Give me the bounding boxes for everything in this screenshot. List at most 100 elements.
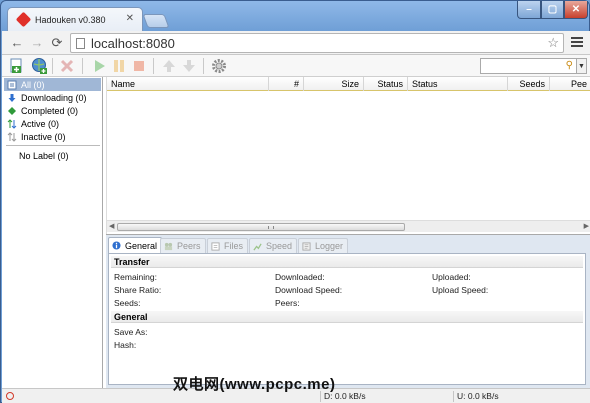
completed-icon — [8, 106, 16, 115]
sidebar-item-label: Active (0) — [21, 118, 60, 129]
tab-close-icon[interactable]: ✕ — [126, 13, 134, 24]
tab-speed[interactable]: Speed — [249, 238, 298, 253]
share-ratio-label: Share Ratio: — [114, 285, 162, 295]
info-icon — [112, 241, 121, 250]
bookmark-star-icon[interactable]: ☆ — [547, 35, 559, 51]
tab-label: Peers — [177, 241, 201, 251]
toolbar-separator — [203, 58, 204, 74]
watermark-text: 双电网(www.pcpc.me) — [173, 376, 336, 393]
sidebar-item-label: Inactive (0) — [21, 131, 66, 142]
general-panel: Transfer Remaining: Downloaded: Uploaded… — [108, 253, 586, 385]
upload-speed-label: Upload Speed: — [432, 285, 489, 295]
horizontal-scrollbar[interactable]: ◀ ▶ — [107, 220, 590, 232]
hadouken-favicon-icon — [15, 11, 32, 28]
column-header-status-2[interactable]: Status — [408, 77, 508, 91]
inactive-icon — [7, 131, 17, 142]
section-general: General — [111, 311, 583, 323]
magnifier-icon[interactable]: ⚲ — [566, 60, 573, 71]
sidebar-item-downloading[interactable]: Downloading (0) — [4, 91, 101, 104]
tab-label: Files — [224, 241, 244, 251]
tab-strip: Hadouken v0.380 ✕ – ▢ ✕ — [1, 1, 590, 31]
add-url-icon[interactable] — [30, 57, 48, 75]
move-down-icon[interactable] — [180, 57, 198, 75]
sidebar-item-inactive[interactable]: Inactive (0) — [4, 130, 101, 143]
sidebar-item-label: Completed (0) — [21, 105, 79, 116]
maximize-button[interactable]: ▢ — [541, 1, 564, 19]
sidebar: All (0) Downloading (0) Completed (0) Ac… — [2, 77, 103, 388]
toolbar-separator — [52, 58, 53, 74]
sidebar-item-label: No Label (0) — [19, 150, 69, 161]
status-separator — [453, 391, 454, 402]
forward-button[interactable]: → — [28, 34, 46, 52]
main-area: All (0) Downloading (0) Completed (0) Ac… — [2, 77, 590, 388]
reload-button[interactable]: ⟳ — [48, 34, 66, 52]
sidebar-item-all[interactable]: All (0) — [4, 78, 101, 91]
all-icon — [7, 80, 17, 89]
column-header-peers[interactable]: Pee — [550, 77, 590, 91]
app-window: Hadouken v0.380 ✕ – ▢ ✕ ← → ⟳ localhost:… — [0, 0, 590, 403]
peers-icon — [164, 242, 173, 250]
sidebar-item-completed[interactable]: Completed (0) — [4, 104, 101, 117]
column-header-status[interactable]: Status — [364, 77, 408, 91]
url-text: localhost:8080 — [91, 36, 175, 51]
tab-label: General — [125, 240, 158, 251]
pause-icon[interactable] — [110, 57, 128, 75]
list-body — [107, 92, 590, 220]
remaining-label: Remaining: — [114, 272, 157, 282]
address-bar[interactable]: localhost:8080 ☆ — [70, 33, 564, 53]
search-input[interactable]: ⚲ — [480, 58, 577, 74]
tab-general[interactable]: General — [108, 237, 163, 253]
tab-logger[interactable]: Logger — [298, 238, 349, 253]
column-header-number[interactable]: # — [269, 77, 304, 91]
scroll-right-icon[interactable]: ▶ — [584, 222, 589, 230]
save-as-label: Save As: — [114, 327, 148, 337]
scrollbar-thumb[interactable] — [117, 223, 405, 231]
app-toolbar: ⚲ ▼ — [2, 55, 590, 77]
downloaded-label: Downloaded: — [275, 272, 325, 282]
search-dropdown-button[interactable]: ▼ — [577, 58, 587, 74]
new-tab-button[interactable] — [142, 14, 170, 28]
tab-label: Logger — [315, 241, 344, 251]
back-button[interactable]: ← — [8, 34, 26, 52]
torrent-list: Name # Size Status Status Seeds Pee ◀ ▶ — [106, 77, 590, 234]
connection-status-icon — [6, 392, 14, 400]
browser-toolbar: ← → ⟳ localhost:8080 ☆ — [2, 31, 590, 55]
toolbar-separator — [153, 58, 154, 74]
details-pane: General Peers Files Speed Logger Transfe… — [106, 234, 590, 388]
sidebar-divider — [6, 145, 100, 146]
tab-peers[interactable]: Peers — [160, 238, 206, 253]
hash-label: Hash: — [114, 340, 137, 350]
minimize-button[interactable]: – — [517, 1, 541, 19]
sidebar-item-no-label[interactable]: No Label (0) — [4, 149, 101, 162]
settings-gear-icon[interactable] — [210, 57, 228, 75]
list-header: Name # Size Status Status Seeds Pee — [107, 77, 590, 91]
page-icon — [76, 38, 85, 49]
browser-tab[interactable]: Hadouken v0.380 ✕ — [7, 7, 143, 31]
section-transfer: Transfer — [111, 256, 583, 268]
remove-icon[interactable] — [58, 57, 76, 75]
seeds-label: Seeds: — [114, 298, 141, 308]
logger-icon — [302, 241, 311, 251]
sidebar-item-label: All (0) — [21, 79, 45, 90]
speed-chart-icon — [253, 242, 262, 250]
column-header-seeds[interactable]: Seeds — [508, 77, 550, 91]
toolbar-separator — [82, 58, 83, 74]
uploaded-label: Uploaded: — [432, 272, 471, 282]
download-speed-label: Download Speed: — [275, 285, 343, 295]
scroll-left-icon[interactable]: ◀ — [109, 222, 114, 230]
sidebar-item-label: Downloading (0) — [21, 92, 87, 103]
add-torrent-icon[interactable] — [8, 57, 26, 75]
close-window-button[interactable]: ✕ — [564, 1, 588, 19]
stop-icon[interactable] — [130, 57, 148, 75]
active-icon — [7, 118, 17, 129]
tab-label: Speed — [266, 241, 293, 251]
sidebar-item-active[interactable]: Active (0) — [4, 117, 101, 130]
tab-files[interactable]: Files — [207, 238, 249, 253]
start-icon[interactable] — [90, 57, 108, 75]
upload-rate: U: 0.0 kB/s — [457, 391, 499, 401]
browser-menu-icon[interactable] — [570, 35, 584, 49]
column-header-size[interactable]: Size — [304, 77, 364, 91]
peers-label: Peers: — [275, 298, 300, 308]
move-up-icon[interactable] — [160, 57, 178, 75]
column-header-name[interactable]: Name — [107, 77, 269, 91]
